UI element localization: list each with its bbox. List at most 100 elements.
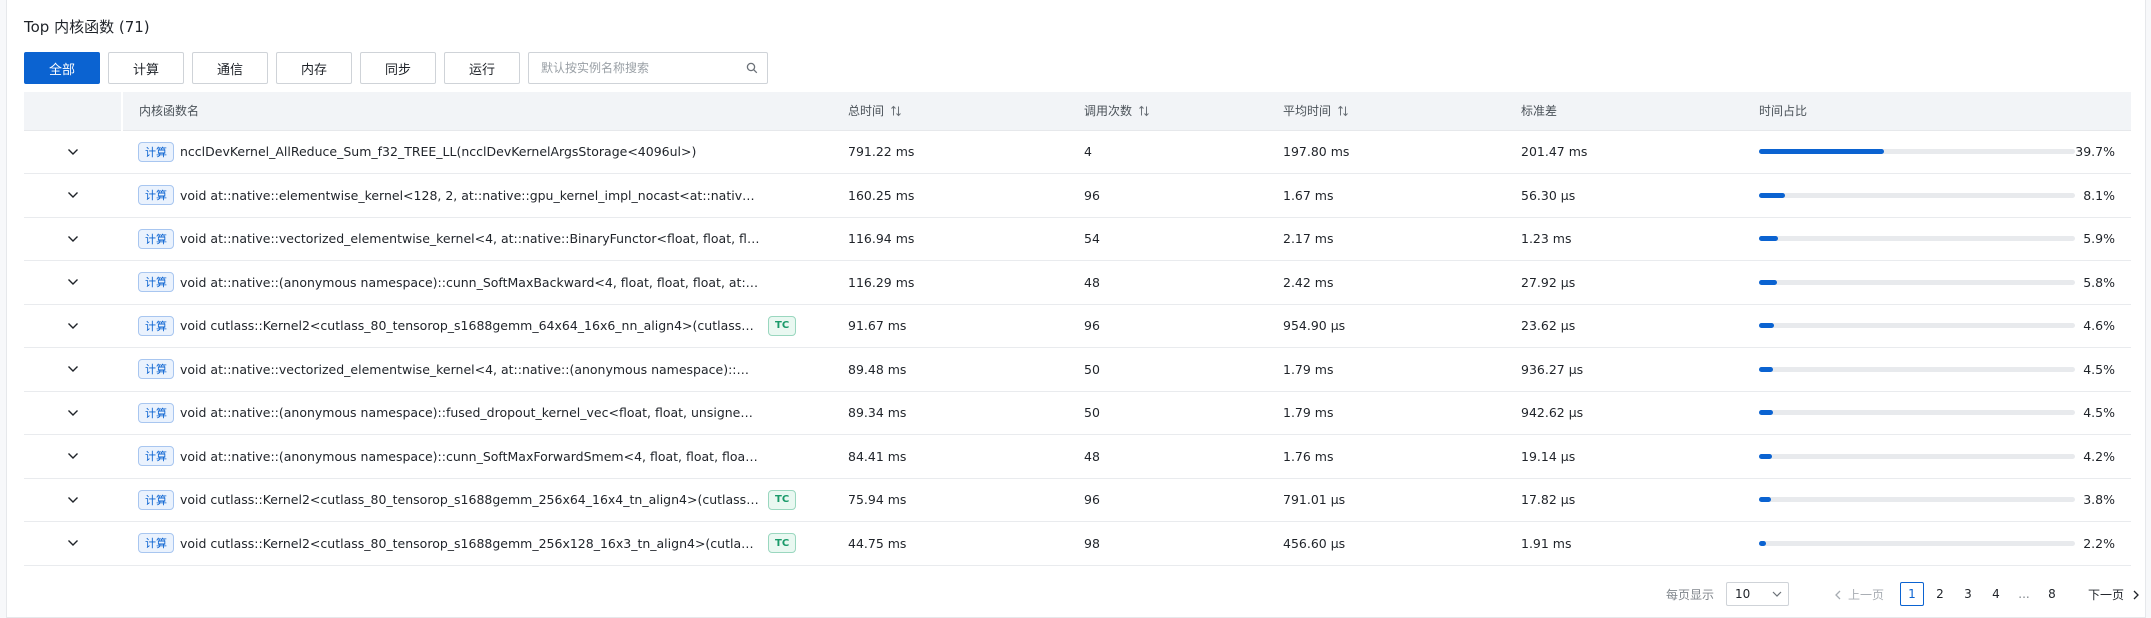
avg-time: 1.79 ms (1265, 391, 1503, 435)
time-share-percent: 4.2% (2083, 448, 2115, 464)
filter-sync-button[interactable]: 同步 (360, 52, 436, 84)
expand-row-button[interactable] (24, 539, 122, 547)
std-dev: 17.82 µs (1503, 478, 1741, 522)
page-2-button[interactable]: 2 (1928, 582, 1952, 606)
expand-cell (24, 391, 122, 435)
filter-runtime-button[interactable]: 运行 (444, 52, 520, 84)
chevron-down-icon (1772, 591, 1782, 597)
per-page-value: 10 (1735, 587, 1751, 601)
filter-memory-button[interactable]: 内存 (276, 52, 352, 84)
page-list: 1 2 3 4 ... 8 (1900, 582, 2068, 606)
header-avg[interactable]: 平均时间 (1265, 92, 1503, 131)
table-row: 计算 void at::native::(anonymous namespace)… (24, 434, 2131, 479)
next-page-button[interactable]: 下一页 (2088, 586, 2140, 603)
time-share-percent: 2.2% (2083, 535, 2115, 551)
filter-compute-button[interactable]: 计算 (108, 52, 184, 84)
avg-time: 2.42 ms (1265, 260, 1503, 305)
chevron-down-icon (68, 192, 78, 199)
time-share-bar (1759, 410, 2075, 416)
time-share-fill (1759, 453, 1773, 459)
header-calls[interactable]: 调用次数 (1066, 92, 1265, 131)
header-avg-label: 平均时间 (1283, 104, 1332, 119)
time-share-cell: 4.2% (1741, 434, 2131, 479)
table-row: 计算 void cutlass::Kernel2<cutlass_80_tenso… (24, 521, 2131, 566)
filter-comm-button[interactable]: 通信 (192, 52, 268, 84)
category-tag: 计算 (138, 533, 174, 554)
tensor-core-badge: TC (768, 533, 797, 554)
page-1-button[interactable]: 1 (1900, 582, 1924, 606)
search-input[interactable] (529, 53, 729, 83)
expand-row-button[interactable] (24, 322, 122, 330)
call-count: 50 (1066, 391, 1265, 435)
table-row: 计算 void at::native::(anonymous namespace)… (24, 260, 2131, 305)
expand-row-button[interactable] (24, 191, 122, 199)
time-share-bar (1759, 453, 2075, 459)
kernel-name: void at::native::vectorized_elementwise_… (180, 361, 760, 377)
time-share-bar (1759, 497, 2075, 503)
page-4-button[interactable]: 4 (1984, 582, 2008, 606)
time-share-fill (1759, 323, 1774, 329)
time-share-fill (1759, 192, 1785, 198)
category-tag: 计算 (138, 402, 174, 423)
kernel-name-cell: 计算 void cutlass::Kernel2<cutlass_80_tenso… (122, 478, 828, 522)
filter-all-button[interactable]: 全部 (24, 52, 100, 84)
time-share-cell: 5.9% (1741, 217, 2131, 261)
expand-row-button[interactable] (24, 365, 122, 373)
kernel-name-cell: 计算 void at::native::(anonymous namespace)… (122, 391, 828, 435)
per-page-select[interactable]: 10 (1726, 582, 1789, 606)
call-count: 54 (1066, 217, 1265, 261)
filter-bar: 全部 计算 通信 内存 同步 运行 (24, 52, 768, 84)
header-total-label: 总时间 (848, 104, 885, 119)
expand-row-button[interactable] (24, 496, 122, 504)
page-8-button[interactable]: 8 (2040, 582, 2064, 606)
table-row: 计算 void at::native::vectorized_elementwis… (24, 217, 2131, 261)
kernel-name: void at::native::elementwise_kernel<128,… (180, 187, 760, 203)
call-count: 96 (1066, 304, 1265, 348)
expand-cell (24, 217, 122, 261)
panel-title: Top 内核函数 (71) (24, 18, 150, 36)
avg-time: 1.79 ms (1265, 347, 1503, 392)
kernel-name: void at::native::(anonymous namespace)::… (180, 274, 760, 290)
time-share-cell: 3.8% (1741, 478, 2131, 522)
time-share-bar (1759, 236, 2075, 242)
std-dev: 201.47 ms (1503, 130, 1741, 174)
chevron-down-icon (68, 540, 78, 547)
kernel-name: void at::native::vectorized_elementwise_… (180, 231, 760, 247)
search-box (528, 52, 768, 84)
expand-row-button[interactable] (24, 235, 122, 243)
sort-icon[interactable] (1337, 105, 1349, 117)
sort-icon[interactable] (1138, 105, 1150, 117)
expand-row-button[interactable] (24, 409, 122, 417)
time-share-cell: 4.6% (1741, 304, 2131, 348)
chevron-down-icon (68, 322, 78, 329)
avg-time: 197.80 ms (1265, 130, 1503, 174)
expand-cell (24, 521, 122, 566)
tensor-core-badge: TC (768, 489, 797, 510)
avg-time: 791.01 µs (1265, 478, 1503, 522)
kernel-name: ncclDevKernel_AllReduce_Sum_f32_TREE_LL(… (180, 144, 697, 160)
call-count: 96 (1066, 478, 1265, 522)
next-page-label: 下一页 (2088, 588, 2125, 602)
time-share-percent: 5.9% (2083, 231, 2115, 247)
expand-row-button[interactable] (24, 148, 122, 156)
prev-page-button[interactable]: 上一页 (1834, 586, 1884, 603)
sort-icon[interactable] (890, 105, 902, 117)
header-total[interactable]: 总时间 (828, 92, 1066, 131)
kernel-name: void cutlass::Kernel2<cutlass_80_tensoro… (180, 535, 760, 551)
expand-row-button[interactable] (24, 452, 122, 460)
kernel-name: void cutlass::Kernel2<cutlass_80_tensoro… (180, 492, 760, 508)
prev-page-label: 上一页 (1848, 588, 1885, 602)
expand-row-button[interactable] (24, 278, 122, 286)
time-share-percent: 5.8% (2083, 274, 2115, 290)
std-dev: 19.14 µs (1503, 434, 1741, 479)
page-3-button[interactable]: 3 (1956, 582, 1980, 606)
time-share-percent: 4.6% (2083, 318, 2115, 334)
expand-cell (24, 304, 122, 348)
search-icon[interactable] (746, 62, 758, 74)
header-std: 标准差 (1503, 92, 1741, 131)
kernel-name-cell: 计算 void at::native::(anonymous namespace)… (122, 434, 828, 479)
total-time: 84.41 ms (828, 434, 1066, 479)
expand-cell (24, 173, 122, 218)
kernel-name-cell: 计算 void at::native::elementwise_kernel<12… (122, 173, 828, 218)
expand-cell (24, 478, 122, 522)
